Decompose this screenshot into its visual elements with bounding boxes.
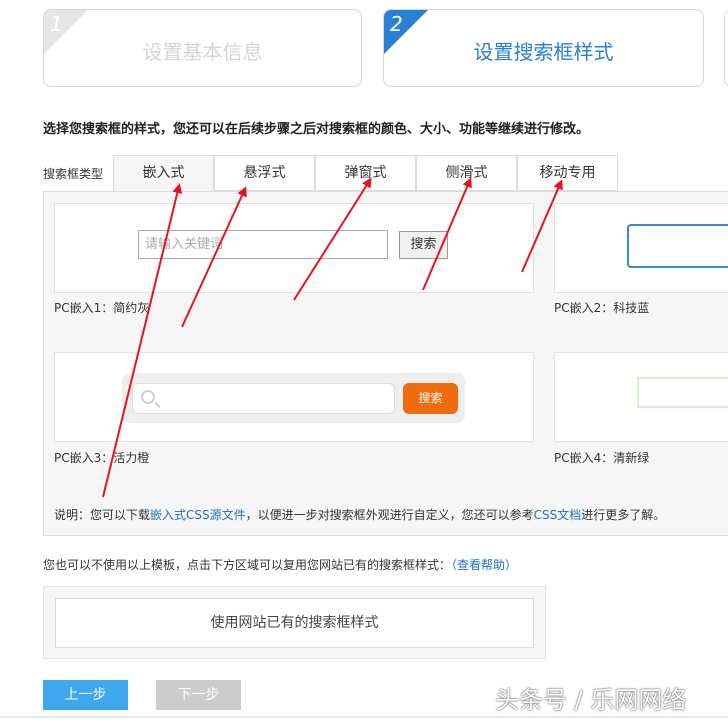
arrow-to-embedded-tab bbox=[102, 183, 183, 498]
arrow-to-popup-tab bbox=[293, 177, 372, 301]
arrow-to-floating-tab bbox=[181, 186, 247, 328]
arrow-to-mobile-tab bbox=[521, 179, 563, 273]
arrow-to-slide-tab bbox=[422, 177, 472, 291]
annotation-arrows bbox=[102, 177, 563, 498]
